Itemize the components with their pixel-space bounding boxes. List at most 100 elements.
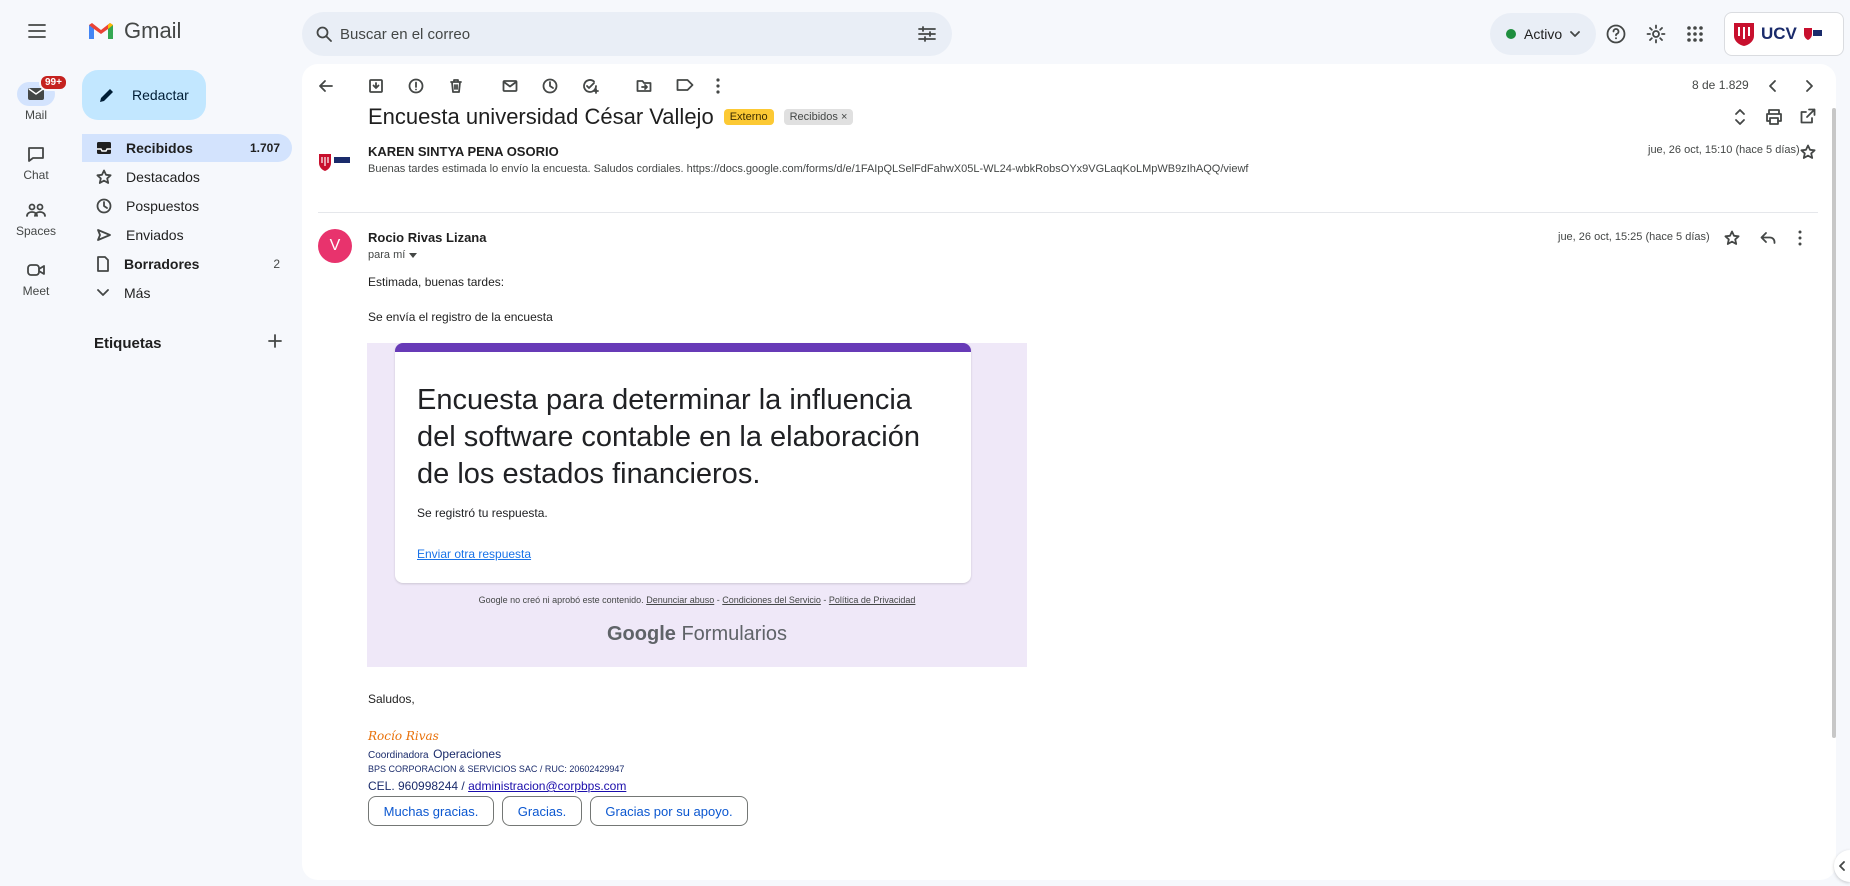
main-menu-icon[interactable] (28, 24, 46, 38)
scrollbar-thumb[interactable] (1832, 108, 1836, 738)
status-selector[interactable]: Activo (1490, 13, 1597, 55)
trash-icon[interactable] (448, 78, 464, 94)
search-input[interactable] (340, 12, 880, 56)
compose-button[interactable]: Redactar (82, 70, 206, 120)
nav-item-sent[interactable]: Enviados (82, 221, 292, 249)
signature-company: BPS CORPORACION & SERVICIOS SAC / RUC: 2… (368, 764, 625, 774)
mark-unread-icon[interactable] (502, 78, 518, 94)
gmail-logo[interactable]: Gmail (88, 18, 181, 44)
nav-label-sent: Enviados (126, 227, 184, 243)
submit-another-link[interactable]: Enviar otra respuesta (417, 547, 531, 561)
search-options-icon[interactable] (918, 26, 936, 42)
smart-reply-button[interactable]: Gracias. (502, 796, 582, 826)
account-switcher[interactable]: UCV (1724, 12, 1844, 56)
archive-icon[interactable] (368, 78, 384, 94)
snooze-icon[interactable] (542, 78, 558, 94)
disclaimer-text: Google no creó ni aprobó este contenido. (478, 595, 644, 605)
nav-item-inbox[interactable]: Recibidos 1.707 (82, 134, 292, 162)
message-collapsed-karen[interactable]: KAREN SINTYA PENA OSORIO Buenas tardes e… (318, 144, 1818, 202)
terms-link[interactable]: Condiciones del Servicio (722, 595, 821, 605)
gmail-logo-text: Gmail (124, 18, 182, 43)
mail-badge: 99+ (39, 74, 68, 91)
google-forms-brand: Google Formularios (367, 623, 1027, 646)
smart-reply-button[interactable]: Gracias por su apoyo. (590, 796, 748, 826)
star-icon[interactable] (1724, 230, 1740, 246)
sender-avatar[interactable]: V (318, 229, 352, 263)
search-bar[interactable] (302, 12, 952, 56)
chevron-down-icon (1570, 31, 1581, 37)
caret-down-icon (409, 252, 418, 258)
side-panel-toggle[interactable] (1834, 850, 1850, 882)
chat-icon (17, 142, 55, 166)
rail-label-mail: Mail (24, 108, 47, 122)
add-task-icon[interactable] (582, 78, 600, 94)
divider (318, 212, 1818, 213)
body-line: Se envía el registro de la encuesta (368, 310, 553, 324)
message-date: jue, 26 oct, 15:25 (hace 5 días) (1558, 231, 1710, 243)
nav-label-inbox: Recibidos (126, 140, 193, 156)
labels-heading: Etiquetas (94, 335, 162, 352)
back-arrow-icon[interactable] (318, 78, 334, 94)
expand-collapse-icon[interactable] (1734, 108, 1746, 126)
report-abuse-link[interactable]: Denunciar abuso (646, 595, 714, 605)
inbox-count: 1.707 (249, 141, 280, 155)
clock-icon (96, 198, 112, 214)
account-avatar-icon (1803, 28, 1822, 40)
nav-label-drafts: Borradores (124, 256, 200, 272)
drafts-count: 2 (273, 257, 280, 271)
star-icon (96, 169, 112, 184)
next-page-icon[interactable] (1804, 79, 1814, 93)
open-new-window-icon[interactable] (1800, 108, 1816, 124)
report-spam-icon[interactable] (408, 78, 424, 94)
brand-forms: Formularios (681, 623, 788, 645)
rail-label-meet: Meet (22, 284, 50, 298)
message-panel: 8 de 1.829 Encuesta universidad César Va… (302, 64, 1836, 880)
apps-grid-icon[interactable] (1686, 25, 1704, 43)
rail-item-spaces[interactable]: Spaces (0, 198, 72, 238)
smart-reply-button[interactable]: Muchas gracias. (368, 796, 494, 826)
move-to-icon[interactable] (636, 78, 652, 94)
prev-page-icon[interactable] (1768, 79, 1778, 93)
ucv-avatar-icon (319, 154, 350, 171)
star-icon[interactable] (1800, 144, 1816, 160)
body-greeting: Estimada, buenas tardes: (368, 275, 505, 289)
nav-item-snoozed[interactable]: Pospuestos (82, 192, 292, 220)
message-date: jue, 26 oct, 15:10 (hace 5 días) (1648, 144, 1800, 156)
sender-name[interactable]: Rocio Rivas Lizana (368, 230, 486, 245)
thread-subject: Encuesta universidad César Vallejo Exter… (368, 104, 854, 130)
rail-item-meet[interactable]: Meet (0, 258, 72, 298)
privacy-link[interactable]: Política de Privacidad (829, 595, 916, 605)
external-chip: Externo (723, 109, 774, 125)
nav-item-starred[interactable]: Destacados (82, 163, 292, 191)
settings-gear-icon[interactable] (1646, 24, 1666, 44)
recipient-text: para mí (368, 249, 406, 261)
form-title: Encuesta para determinar la influencia d… (417, 384, 920, 490)
signature-name: Rocío Rivas (368, 729, 439, 743)
separator: - (823, 595, 827, 605)
search-icon[interactable] (316, 26, 332, 42)
body-closing: Saludos, (368, 692, 415, 706)
rail-label-chat: Chat (23, 168, 49, 182)
brand-google: Google (606, 623, 676, 645)
signature-email-link[interactable]: administracion@corpbps.com (468, 779, 626, 793)
nav-item-more[interactable]: Más (82, 279, 292, 307)
more-vert-icon[interactable] (716, 78, 720, 94)
form-disclaimer: Google no creó ni aprobó este contenido.… (367, 595, 1027, 605)
rail-item-chat[interactable]: Chat (0, 142, 72, 182)
chevron-left-icon (1839, 861, 1845, 871)
add-label-icon[interactable] (268, 334, 282, 348)
more-vert-icon[interactable] (1798, 230, 1802, 246)
rail-item-mail[interactable]: 99+ Mail (0, 74, 72, 122)
recipient-toggle[interactable]: para mí (368, 249, 418, 261)
inbox-chip[interactable]: Recibidos × (783, 109, 854, 125)
signature-contact: CEL. 960998244 / administracion@corpbps.… (368, 779, 626, 793)
spaces-icon (17, 198, 55, 222)
print-icon[interactable] (1765, 108, 1783, 126)
label-icon[interactable] (676, 78, 694, 92)
meet-icon (17, 258, 55, 282)
nav-item-drafts[interactable]: Borradores 2 (82, 250, 292, 278)
help-icon[interactable] (1606, 24, 1626, 44)
role: Operaciones (433, 747, 502, 761)
reply-icon[interactable] (1760, 231, 1776, 245)
nav-label-starred: Destacados (126, 169, 200, 185)
